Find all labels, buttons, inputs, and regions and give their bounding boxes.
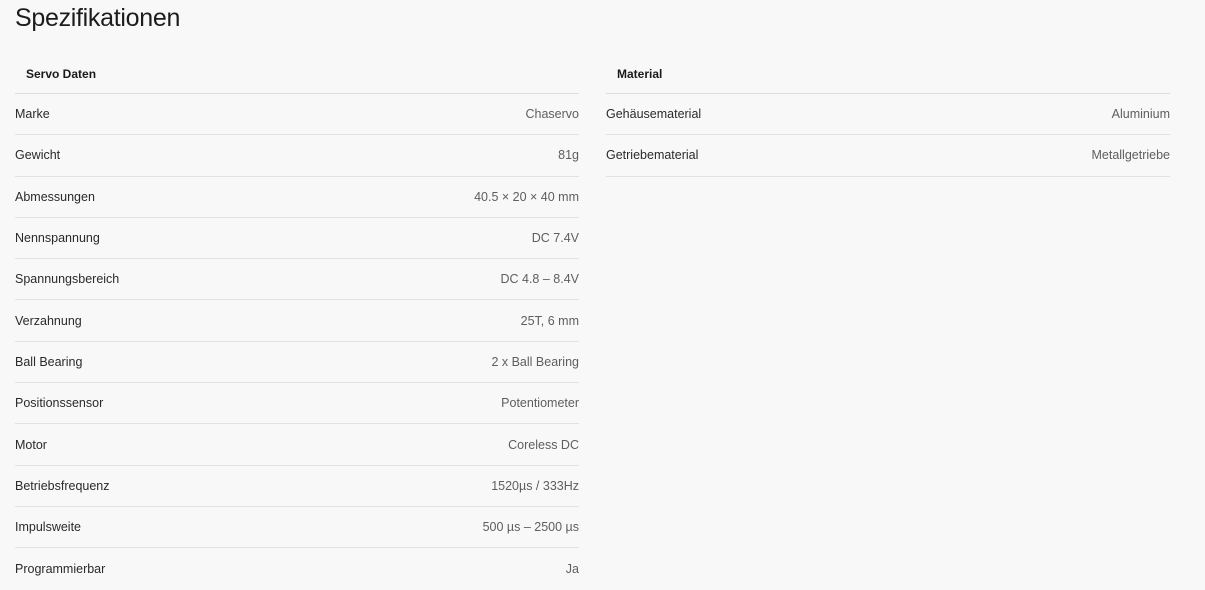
table-row: Gewicht 81g [15, 135, 579, 177]
spec-label: Impulsweite [15, 520, 81, 535]
spec-value: 500 µs – 2500 µs [482, 520, 579, 535]
spec-value: DC 4.8 – 8.4V [500, 272, 579, 287]
table-row: Nennspannung DC 7.4V [15, 218, 579, 260]
table-row: Positionssensor Potentiometer [15, 383, 579, 425]
material-table: Material Gehäusematerial Aluminium Getri… [606, 54, 1170, 177]
spec-label: Nennspannung [15, 231, 100, 246]
table-header-servo-daten: Servo Daten [15, 54, 579, 94]
table-row: Marke Chaservo [15, 94, 580, 136]
spec-value: Aluminium [1111, 107, 1170, 122]
table-row: Spannungsbereich DC 4.8 – 8.4V [15, 259, 579, 301]
spec-label: Gewicht [15, 148, 61, 163]
spec-label: Motor [15, 437, 47, 452]
table-row: Verzahnung 25T, 6 mm [15, 300, 579, 342]
spec-label: Verzahnung [15, 313, 82, 328]
spec-label: Ball Bearing [15, 354, 83, 369]
spec-value: 25T, 6 mm [520, 313, 579, 328]
spec-label: Positionssensor [15, 396, 104, 411]
spec-label: Programmierbar [15, 561, 106, 576]
table-row: Ball Bearing 2 x Ball Bearing [15, 342, 579, 384]
spec-label: Betriebsfrequenz [15, 478, 110, 493]
spec-value: 2 x Ball Bearing [491, 354, 579, 369]
page-title: Spezifikationen [15, 4, 181, 32]
spec-value: Ja [565, 561, 579, 576]
spec-value: Chaservo [525, 107, 580, 122]
spec-value: DC 7.4V [531, 231, 579, 246]
spec-label: Abmessungen [15, 189, 95, 204]
table-header-material: Material [606, 54, 1170, 94]
spec-value: Coreless DC [508, 437, 579, 452]
servo-data-table: Servo Daten Marke Chaservo Gewicht 81g A… [15, 54, 579, 590]
spec-value: 81g [558, 148, 579, 163]
spec-value: 1520µs / 333Hz [491, 478, 579, 493]
spec-label: Spannungsbereich [15, 272, 120, 287]
spec-label: Gehäusematerial [606, 107, 702, 122]
table-row: Abmessungen 40.5 × 20 × 40 mm [15, 177, 579, 218]
table-row: Gehäusematerial Aluminium [606, 94, 1170, 136]
table-row: Impulsweite 500 µs – 2500 µs [15, 507, 579, 549]
spec-label: Getriebematerial [606, 148, 699, 163]
table-row: Motor Coreless DC [15, 424, 579, 466]
spec-value: Metallgetriebe [1091, 148, 1170, 163]
spec-value: 40.5 × 20 × 40 mm [474, 189, 579, 204]
table-row: Betriebsfrequenz 1520µs / 333Hz [15, 466, 579, 507]
table-row: Programmierbar Ja [15, 548, 579, 589]
table-row: Getriebematerial Metallgetriebe [606, 135, 1170, 177]
spec-label: Marke [15, 107, 50, 122]
spec-value: Potentiometer [501, 396, 579, 411]
